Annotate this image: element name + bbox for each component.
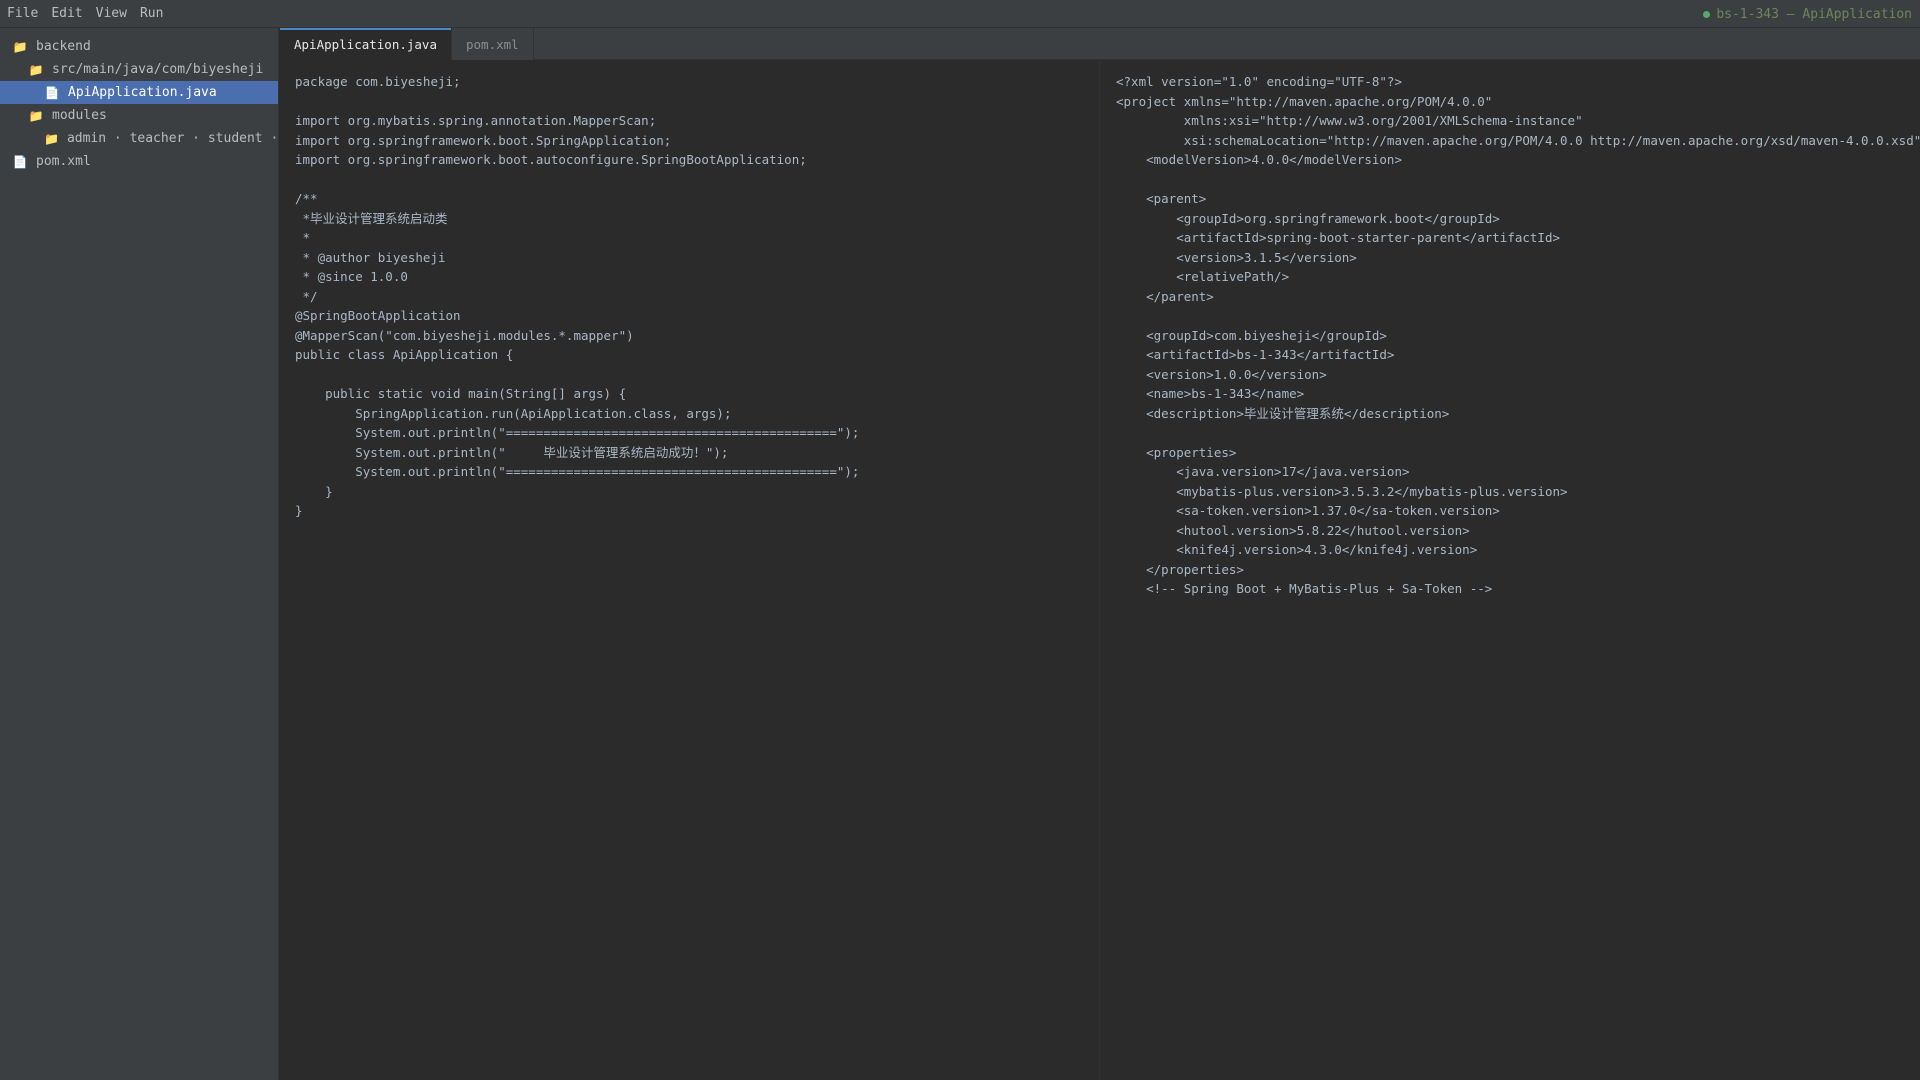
code-line: System.out.println(" 毕业设计管理系统启动成功！"); — [295, 444, 729, 460]
tree-item-apiapplication[interactable]: 📄 ApiApplication.java — [0, 81, 278, 104]
tree-item-package[interactable]: 📁 src/main/java/com/biyesheji — [0, 58, 278, 81]
menu-file[interactable]: File — [0, 6, 44, 21]
code-line: *毕业设计管理系统启动类 — [295, 210, 448, 226]
menu-view[interactable]: View — [89, 6, 133, 21]
code-line: <groupId>org.springframework.boot</group… — [1116, 210, 1500, 226]
tree-item-pom[interactable]: 📄 pom.xml — [0, 150, 278, 173]
code-line: * @since 1.0.0 — [295, 269, 408, 284]
code-line: <parent> — [1116, 191, 1207, 206]
code-line: System.out.println("====================… — [295, 425, 860, 440]
code-line: <sa-token.version>1.37.0</sa-token.versi… — [1116, 503, 1500, 518]
code-line: <knife4j.version>4.3.0</knife4j.version> — [1116, 542, 1478, 557]
code-line: /** — [295, 191, 318, 206]
tree-item-label: ApiApplication.java — [68, 85, 217, 100]
code-line: } — [295, 483, 333, 499]
code-line: <version>1.0.0</version> — [1116, 366, 1327, 382]
file-icon: 📄 — [12, 154, 28, 169]
folder-icon: 📁 — [28, 108, 44, 123]
code-line: <artifactId>spring-boot-starter-parent</… — [1116, 230, 1561, 245]
code-line: import org.springframework.boot.SpringAp… — [295, 132, 672, 148]
code-line: </properties> — [1116, 561, 1244, 577]
tree-item-label: pom.xml — [36, 154, 91, 169]
code-line: System.out.println("====================… — [295, 464, 860, 479]
code-line: <project xmlns="http://maven.apache.org/… — [1116, 93, 1493, 109]
code-line: <mybatis-plus.version>3.5.3.2</mybatis-p… — [1116, 483, 1568, 499]
menu-run[interactable]: Run — [133, 6, 169, 21]
code-line: package com.biyesheji; — [295, 74, 461, 89]
run-configuration-label: bs-1-343 — ApiApplication — [1716, 6, 1912, 22]
code-line: <properties> — [1116, 444, 1237, 460]
menu-edit[interactable]: Edit — [44, 6, 88, 21]
tree-item-label: backend — [36, 39, 91, 54]
code-line: <artifactId>bs-1-343</artifactId> — [1116, 347, 1395, 362]
file-icon: 📄 — [44, 85, 60, 100]
tree-item-modules[interactable]: 📁 modules — [0, 104, 278, 127]
code-line: <groupId>com.biyesheji</groupId> — [1116, 327, 1387, 343]
code-line: @MapperScan("com.biyesheji.modules.*.map… — [295, 327, 634, 343]
code-line: <relativePath/> — [1116, 269, 1290, 284]
menu-bar: File Edit View Run bs-1-343 — ApiApplica… — [0, 0, 1920, 28]
code-line: * @author biyesheji — [295, 249, 446, 265]
tree-item-label: src/main/java/com/biyesheji — [52, 62, 264, 77]
folder-icon: 📁 — [12, 39, 28, 54]
code-line: xsi:schemaLocation="http://maven.apache.… — [1116, 132, 1920, 148]
tree-item-backend[interactable]: 📁 backend — [0, 35, 278, 58]
code-line: <modelVersion>4.0.0</modelVersion> — [1116, 152, 1402, 167]
code-line: import org.springframework.boot.autoconf… — [295, 152, 807, 167]
code-line: <!-- Spring Boot + MyBatis-Plus + Sa-Tok… — [1116, 581, 1493, 596]
code-line: <description>毕业设计管理系统</description> — [1116, 405, 1450, 421]
code-line: <version>3.1.5</version> — [1116, 249, 1357, 265]
code-line: <name>bs-1-343</name> — [1116, 386, 1305, 401]
code-line: <?xml version="1.0" encoding="UTF-8"?> — [1116, 74, 1402, 89]
code-line: } — [295, 503, 303, 518]
folder-icon: 📁 — [28, 62, 44, 77]
code-line: </parent> — [1116, 288, 1214, 304]
xml-code: <?xml version="1.0" encoding="UTF-8"?> <p… — [1101, 60, 1920, 599]
xml-editor[interactable]: <?xml version="1.0" encoding="UTF-8"?> <p… — [1101, 60, 1920, 1080]
tab-pom-xml[interactable]: pom.xml — [452, 28, 534, 60]
code-line: @SpringBootApplication — [295, 308, 461, 323]
running-indicator-icon — [1703, 10, 1711, 18]
code-line: import org.mybatis.spring.annotation.Map… — [295, 113, 657, 128]
code-line: <java.version>17</java.version> — [1116, 464, 1410, 479]
code-line: SpringApplication.run(ApiApplication.cla… — [295, 405, 732, 421]
code-line: xmlns:xsi="http://www.w3.org/2001/XMLSch… — [1116, 113, 1583, 128]
folder-icon: 📁 — [44, 131, 59, 146]
code-line: <hutool.version>5.8.22</hutool.version> — [1116, 522, 1470, 538]
editor-tab-bar: ApiApplication.java pom.xml — [280, 28, 1920, 60]
code-line: public class ApiApplication { — [295, 347, 514, 362]
code-line: * — [295, 230, 311, 245]
project-tree: 📁 backend 📁 src/main/java/com/biyesheji … — [0, 28, 279, 1080]
code-line: */ — [295, 288, 318, 304]
code-line: public static void main(String[] args) { — [295, 386, 627, 401]
tree-item-label: admin · teacher · student · ... — [66, 131, 279, 146]
tab-apiapplication-java[interactable]: ApiApplication.java — [280, 28, 452, 60]
tree-item-submodules[interactable]: 📁 admin · teacher · student · ... — [0, 127, 278, 150]
java-editor[interactable]: package com.biyesheji; import org.mybatis… — [280, 60, 1100, 1080]
tree-item-label: modules — [52, 108, 107, 123]
java-code: package com.biyesheji; import org.mybatis… — [280, 60, 1099, 521]
run-configuration[interactable]: bs-1-343 — ApiApplication — [1703, 0, 1912, 28]
